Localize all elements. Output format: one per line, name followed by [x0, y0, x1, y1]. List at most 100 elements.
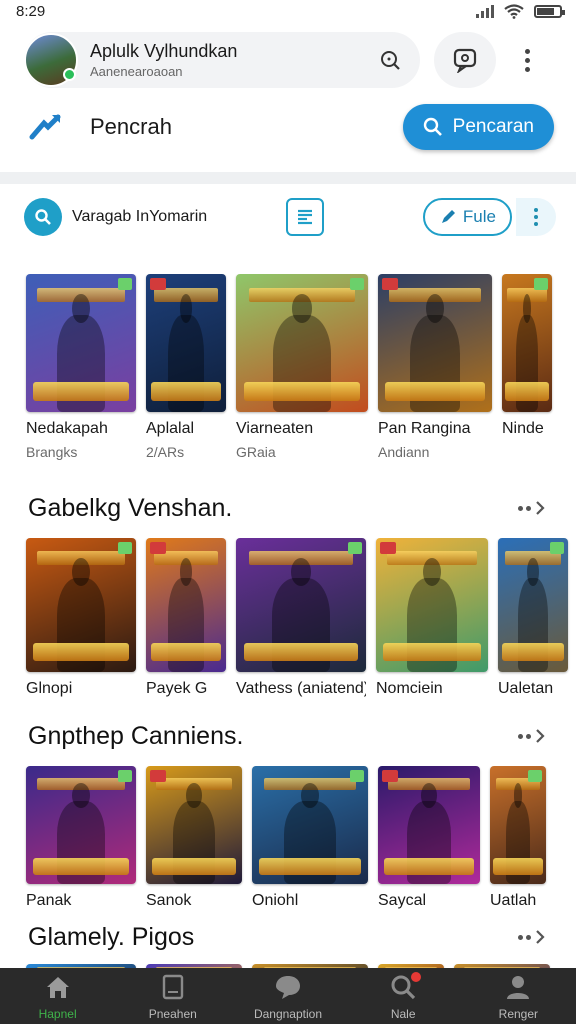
game-card[interactable]: Sanok [146, 766, 242, 910]
thumbnail-art-title [243, 381, 361, 401]
game-thumbnail[interactable] [502, 274, 552, 412]
more-options-icon[interactable] [516, 48, 538, 72]
game-title: Ualetan [498, 680, 554, 697]
status-time: 8:29 [16, 2, 46, 20]
game-thumbnail[interactable] [252, 766, 368, 884]
thumbnail-art-title [384, 381, 486, 401]
game-subtitle: Andiann [378, 444, 430, 460]
nav-label: Nale [390, 1007, 416, 1021]
game-thumbnail[interactable] [490, 766, 546, 884]
game-thumbnail[interactable] [236, 274, 368, 412]
filter-more-button[interactable] [516, 198, 556, 236]
nav-item-home[interactable]: Hapnel [8, 968, 108, 1024]
game-thumbnail[interactable] [146, 766, 242, 884]
game-card[interactable]: Payek G [146, 538, 226, 698]
game-thumbnail[interactable] [146, 538, 226, 672]
game-card[interactable]: Nedakapah Brangks [26, 274, 136, 460]
thumbnail-art-title [384, 858, 474, 875]
thumbnail-badge-l [150, 278, 166, 290]
list-view-button[interactable] [286, 198, 324, 236]
messages-button[interactable] [434, 32, 496, 88]
section-title: Gabelkg Venshan. [28, 493, 233, 522]
game-card[interactable]: Viarneaten GRaia [236, 274, 368, 460]
featured-row: Nedakapah Brangks Aplalal 2/ARs Viarneaten GR… [0, 274, 576, 460]
chevron-right-icon [536, 930, 545, 944]
game-subtitle: 2/ARs [146, 444, 185, 460]
online-status-dot [63, 68, 76, 81]
game-card[interactable]: Uatlah [490, 766, 546, 910]
avatar[interactable] [24, 33, 78, 87]
nav-label: Dangnaption [253, 1007, 322, 1021]
nav-item-search[interactable]: Nale [353, 968, 453, 1024]
thumbnail-art-title [493, 858, 543, 875]
bottom-navigation: Hapnel Pneahen Dangnaption Nale Renger [0, 968, 576, 1024]
app-logo-icon [29, 114, 61, 140]
chat-icon [274, 974, 302, 1005]
profile-pill[interactable]: Aplulk Vylhundkan Aanenearoaoan [24, 32, 420, 88]
nav-item-profile[interactable]: Renger [468, 968, 568, 1024]
book-icon [160, 974, 186, 1005]
see-more-button[interactable] [518, 500, 546, 516]
thumbnail-art-title [150, 642, 222, 662]
nav-item-book[interactable]: Pneahen [123, 968, 223, 1024]
game-card[interactable]: Oniohl [252, 766, 368, 910]
thumbnail-badge [348, 542, 362, 554]
thumbnail-art-title [32, 381, 130, 401]
game-title: Uatlah [490, 892, 537, 909]
nav-label: Pneahen [148, 1007, 197, 1021]
profile-subtitle: Aanenearoaoan [90, 64, 183, 79]
page-title: Pencrah [90, 114, 172, 139]
nav-item-chat[interactable]: Dangnaption [238, 968, 338, 1024]
game-card[interactable]: Ninde [502, 274, 552, 460]
game-card[interactable]: Saycal [378, 766, 480, 910]
game-thumbnail[interactable] [26, 766, 136, 884]
game-thumbnail[interactable] [378, 766, 480, 884]
thumbnail-badge [350, 278, 364, 290]
game-title: Ninde [502, 420, 544, 437]
notification-badge [411, 972, 422, 982]
game-card[interactable]: Panak [26, 766, 136, 910]
game-thumbnail[interactable] [236, 538, 366, 672]
game-card[interactable]: Nomciein [376, 538, 488, 698]
see-more-button[interactable] [518, 728, 546, 744]
game-thumbnail[interactable] [26, 274, 136, 412]
home-icon [44, 974, 72, 1005]
game-thumbnail[interactable] [378, 274, 492, 412]
game-title: Vathess (aniatend) [236, 680, 366, 697]
game-title: Saycal [378, 892, 427, 909]
filter-button[interactable]: Fule [422, 198, 512, 236]
filter-row: Varagab InYomarin Fule [0, 184, 576, 250]
chevron-right-icon [536, 501, 545, 515]
game-thumbnail[interactable] [498, 538, 568, 672]
nav-label: Renger [498, 1007, 539, 1021]
title-row: Pencrah Pencaran [0, 98, 576, 156]
message-icon [453, 48, 477, 73]
game-thumbnail[interactable] [26, 538, 136, 672]
thumbnail-art-title [502, 642, 564, 662]
game-thumbnail[interactable] [146, 274, 226, 412]
game-card[interactable]: Ualetan [498, 538, 568, 698]
profile-name: Aplulk Vylhundkan [90, 41, 238, 61]
game-card[interactable]: Aplalal 2/ARs [146, 274, 226, 460]
thumbnail-art-title [151, 858, 237, 875]
thumbnail-badge-l [382, 770, 398, 782]
search-query[interactable]: Varagab InYomarin [72, 208, 252, 226]
header: Aplulk Vylhundkan Aanenearoaoan [0, 22, 576, 98]
search-icon[interactable] [24, 198, 62, 236]
section-title: Glamely. Pigos [28, 922, 195, 951]
search-icon[interactable] [372, 42, 408, 78]
game-card[interactable]: Glnopi [26, 538, 136, 698]
chevron-right-icon [536, 729, 545, 743]
section-row-2: Glnopi Payek G Vathess (aniatend) Nomciein U… [0, 538, 576, 698]
see-more-button[interactable] [518, 929, 546, 945]
pen-icon [441, 210, 455, 223]
game-title: Nedakapah [26, 420, 108, 437]
game-card[interactable]: Vathess (aniatend) [236, 538, 366, 698]
game-subtitle: GRaia [236, 444, 276, 460]
thumbnail-badge [118, 542, 132, 554]
search-button[interactable]: Pencaran [402, 104, 554, 150]
game-card[interactable]: Pan Rangina Andiann [378, 274, 492, 460]
game-thumbnail[interactable] [376, 538, 488, 672]
thumbnail-badge-l [380, 542, 396, 554]
game-title: Oniohl [252, 892, 299, 909]
